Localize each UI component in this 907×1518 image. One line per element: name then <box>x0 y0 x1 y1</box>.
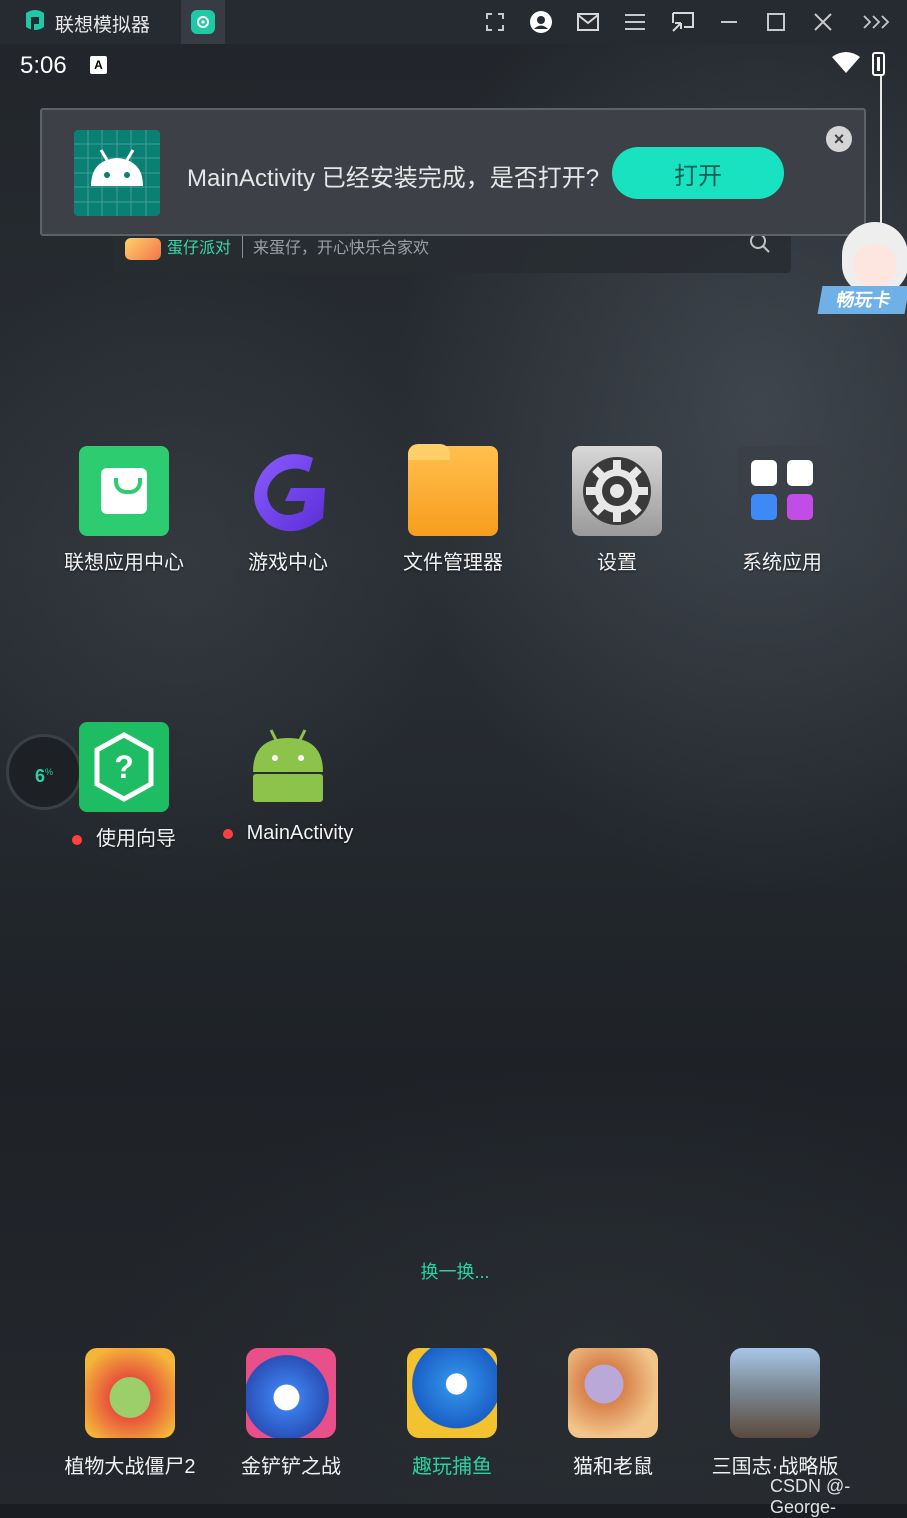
game-label: 金铲铲之战 <box>241 1456 341 1478</box>
install-complete-notification: MainActivity 已经安装完成，是否打开? 打开 × <box>40 108 866 236</box>
download-icon <box>751 494 777 520</box>
app-label: MainActivity <box>246 822 354 844</box>
app-folder-icon <box>737 446 827 536</box>
user-icon <box>530 11 552 33</box>
window-title: 联想模拟器 <box>55 15 151 36</box>
play-card-tag: 畅玩卡 <box>817 286 907 314</box>
app-user-guide[interactable]: ? 使用向导 <box>49 722 199 851</box>
help-hexagon-icon: ? <box>79 722 169 812</box>
app-mainactivity[interactable]: MainActivity <box>213 722 363 845</box>
new-badge-dot <box>72 834 82 845</box>
chrome-icon <box>787 460 813 486</box>
open-app-button[interactable]: 打开 <box>612 147 784 199</box>
maximize-button[interactable] <box>762 8 790 36</box>
game-center-g-icon <box>243 446 333 536</box>
close-icon <box>814 13 832 31</box>
app-game-center[interactable]: 游戏中心 <box>213 446 363 575</box>
play-card-widget[interactable]: 畅玩卡 <box>817 222 907 318</box>
eggy-party-icon <box>125 238 161 260</box>
refresh-recommendations-link[interactable]: 换一换... <box>400 1258 510 1284</box>
cat-mouse-game-icon <box>568 1348 658 1438</box>
game-pvz2[interactable]: 植物大战僵尸2 <box>50 1348 210 1479</box>
emulator-titlebar: 联想模拟器 <box>0 0 907 44</box>
fullscreen-icon <box>486 13 504 31</box>
battery-icon <box>872 52 885 76</box>
status-time: 5:06 <box>20 52 67 79</box>
shopping-bag-icon <box>79 446 169 536</box>
game-label: 植物大战僵尸2 <box>64 1456 196 1478</box>
home-tab-icon <box>191 10 215 34</box>
zombie-game-icon <box>85 1348 175 1438</box>
game-three-kingdoms[interactable]: 三国志·战略版 <box>695 1348 855 1479</box>
close-icon: × <box>833 129 845 149</box>
install-message: MainActivity 已经安装完成，是否打开? <box>187 165 600 192</box>
search-brand-label: 蛋仔派对 <box>167 240 232 257</box>
account-button[interactable] <box>527 8 555 36</box>
app-system-apps-folder[interactable]: 系统应用 <box>707 446 857 575</box>
chevrons-right-icon <box>863 15 890 29</box>
maximize-icon <box>767 13 785 31</box>
calendar-icon <box>787 494 813 520</box>
game-label: 趣玩捕鱼 <box>412 1456 492 1478</box>
google-icon <box>751 460 777 486</box>
app-label: 设置 <box>597 552 637 574</box>
close-window-button[interactable] <box>809 8 837 36</box>
app-label: 使用向导 <box>96 828 176 850</box>
three-kingdoms-game-icon <box>730 1348 820 1438</box>
close-notification-button[interactable]: × <box>826 126 852 152</box>
screen-mirror-button[interactable] <box>669 8 697 36</box>
anime-mascot-icon <box>842 222 907 294</box>
menu-button[interactable] <box>621 8 649 36</box>
game-label: 三国志·战略版 <box>711 1456 839 1478</box>
mail-icon <box>577 13 599 31</box>
mail-button[interactable] <box>574 8 602 36</box>
android-app-icon <box>74 130 160 216</box>
penguin-game-icon <box>246 1348 336 1438</box>
app-label: 文件管理器 <box>403 552 503 574</box>
lenovo-emulator-logo-icon <box>26 10 44 31</box>
new-badge-dot <box>222 828 233 839</box>
home-tab[interactable] <box>181 0 225 44</box>
shark-game-icon <box>407 1348 497 1438</box>
divider-line <box>880 76 882 226</box>
game-tom-and-jerry[interactable]: 猫和老鼠 <box>533 1348 693 1479</box>
minimize-icon <box>721 21 737 23</box>
folder-icon <box>408 444 498 536</box>
game-fishing[interactable]: 趣玩捕鱼 <box>372 1348 532 1479</box>
input-method-badge: A <box>90 56 107 74</box>
app-label: 系统应用 <box>742 552 822 574</box>
android-robot-icon <box>243 722 333 812</box>
search-placeholder: 来蛋仔，开心快乐合家欢 <box>253 240 430 257</box>
menu-icon <box>625 14 645 30</box>
svg-text:?: ? <box>114 749 134 785</box>
app-settings[interactable]: 设置 <box>542 446 692 575</box>
app-label: 游戏中心 <box>248 552 328 574</box>
minimize-button[interactable] <box>715 8 743 36</box>
fullscreen-button[interactable] <box>481 8 509 36</box>
game-label: 猫和老鼠 <box>573 1456 653 1478</box>
app-label: 联想应用中心 <box>64 552 184 574</box>
search-divider <box>242 234 243 258</box>
gear-icon <box>572 446 662 536</box>
wifi-icon <box>832 52 860 73</box>
screen-cast-icon <box>672 12 694 32</box>
app-lenovo-app-center[interactable]: 联想应用中心 <box>49 446 199 575</box>
csdn-watermark: CSDN @-George- <box>770 1476 851 1517</box>
game-tft[interactable]: 金铲铲之战 <box>211 1348 371 1479</box>
expand-sidebar-button[interactable] <box>862 8 890 36</box>
app-file-manager[interactable]: 文件管理器 <box>378 444 528 575</box>
